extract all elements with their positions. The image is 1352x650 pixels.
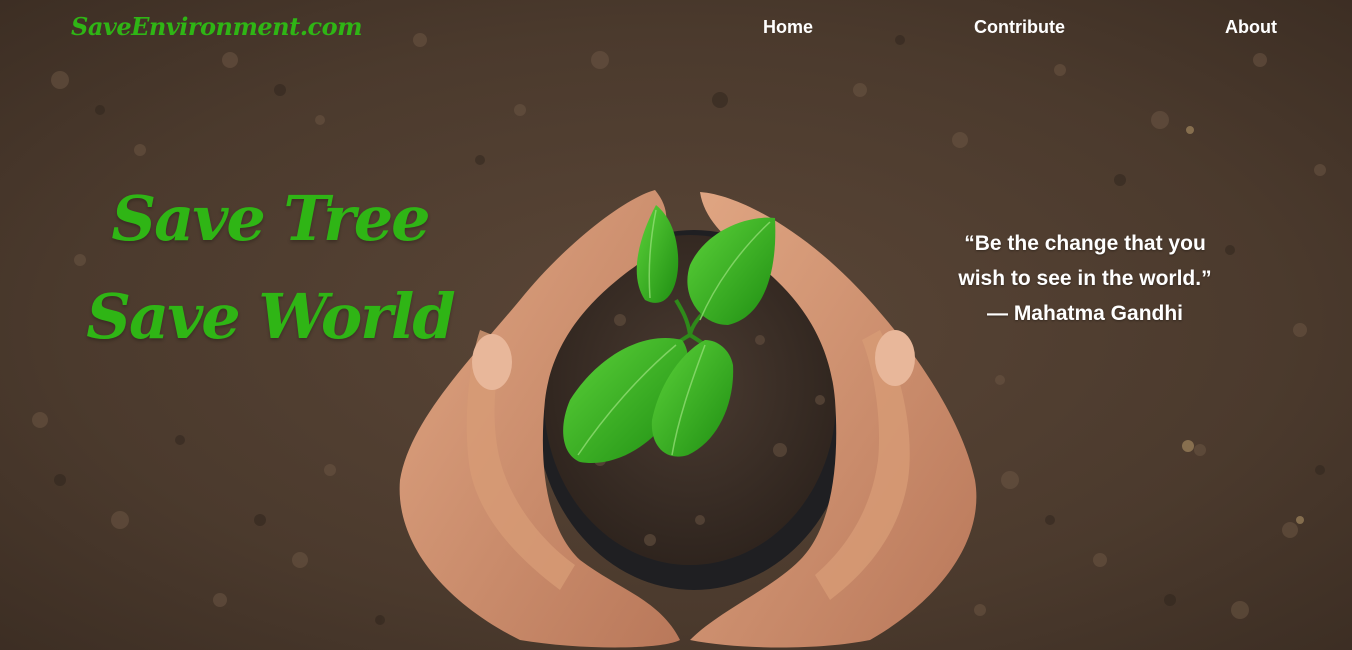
quote-author: — Mahatma Gandhi <box>986 302 1184 325</box>
nav-link-about[interactable]: About <box>1225 17 1277 38</box>
hero-quote: “Be the change that you wish to see in t… <box>930 226 1240 331</box>
quote-line-1: “Be the change that you <box>964 232 1206 255</box>
nav-link-home[interactable]: Home <box>763 17 813 38</box>
hero-headline-line-2: Save World <box>86 280 456 353</box>
hero-headline-line-1: Save Tree <box>111 182 430 255</box>
nav-link-contribute[interactable]: Contribute <box>974 17 1065 38</box>
navbar: SaveEnvironment.com Home Contribute Abou… <box>0 0 1352 56</box>
quote-line-2: wish to see in the world.” <box>958 267 1212 290</box>
hero-headline: Save Tree Save World <box>60 170 480 366</box>
brand-logo-link[interactable]: SaveEnvironment.com <box>71 12 363 41</box>
